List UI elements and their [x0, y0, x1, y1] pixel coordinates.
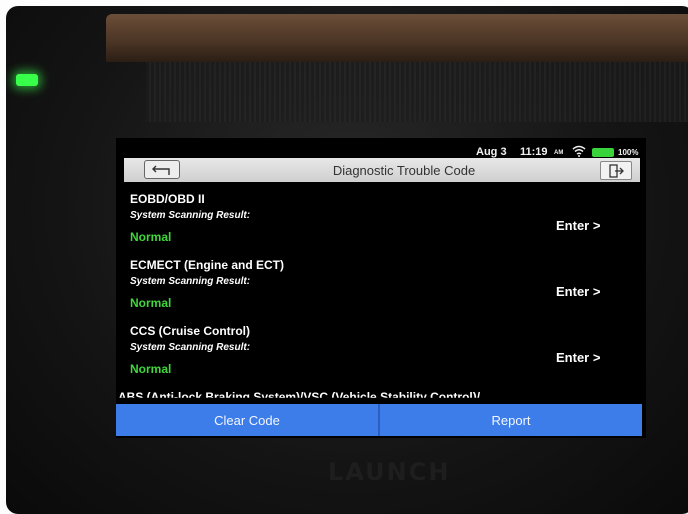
- status-time: 11:19: [520, 146, 548, 158]
- battery-icon: [592, 148, 614, 157]
- title-bar: Diagnostic Trouble Code: [124, 158, 640, 182]
- bezel-brand: LAUNCH: [328, 458, 451, 486]
- footer-actions: Clear Code Report: [116, 404, 642, 436]
- back-button[interactable]: [144, 160, 180, 179]
- back-arrow-icon: [152, 165, 170, 175]
- system-list: EOBD/OBD II System Scanning Result: Norm…: [116, 182, 646, 402]
- status-ampm: AM: [554, 150, 564, 156]
- enter-button[interactable]: Enter >: [556, 284, 600, 299]
- scan-result-label: System Scanning Result:: [130, 210, 251, 221]
- device-screen: Aug 3 11:19 AM 100% Diagnostic Trouble C…: [116, 138, 646, 438]
- page-title: Diagnostic Trouble Code: [332, 163, 476, 178]
- list-item[interactable]: CCS (Cruise Control) System Scanning Res…: [116, 314, 646, 380]
- scan-result-status: Normal: [130, 296, 172, 310]
- leather-case: [106, 14, 688, 62]
- status-date: Aug 3: [476, 146, 507, 158]
- clear-code-button[interactable]: Clear Code: [116, 404, 380, 436]
- list-item[interactable]: EOBD/OBD II System Scanning Result: Norm…: [116, 182, 646, 248]
- enter-button[interactable]: Enter >: [556, 218, 600, 233]
- report-button[interactable]: Report: [380, 404, 642, 436]
- battery-percent: 100%: [618, 148, 639, 157]
- exit-icon: [609, 163, 624, 178]
- speaker-grill: [146, 62, 688, 122]
- system-name: EOBD/OBD II: [130, 192, 205, 206]
- exit-button[interactable]: [600, 161, 632, 180]
- wifi-icon: [572, 145, 586, 157]
- list-item[interactable]: ECMECT (Engine and ECT) System Scanning …: [116, 248, 646, 314]
- status-bar: Aug 3 11:19 AM 100%: [116, 138, 646, 158]
- enter-button[interactable]: Enter >: [556, 350, 600, 365]
- scan-result-label: System Scanning Result:: [130, 342, 251, 353]
- power-led: [16, 74, 38, 86]
- scan-result-label: System Scanning Result:: [130, 276, 251, 287]
- system-name: CCS (Cruise Control): [130, 324, 250, 338]
- system-name: ECMECT (Engine and ECT): [130, 258, 284, 272]
- scan-result-status: Normal: [130, 362, 172, 376]
- scan-result-status: Normal: [130, 230, 172, 244]
